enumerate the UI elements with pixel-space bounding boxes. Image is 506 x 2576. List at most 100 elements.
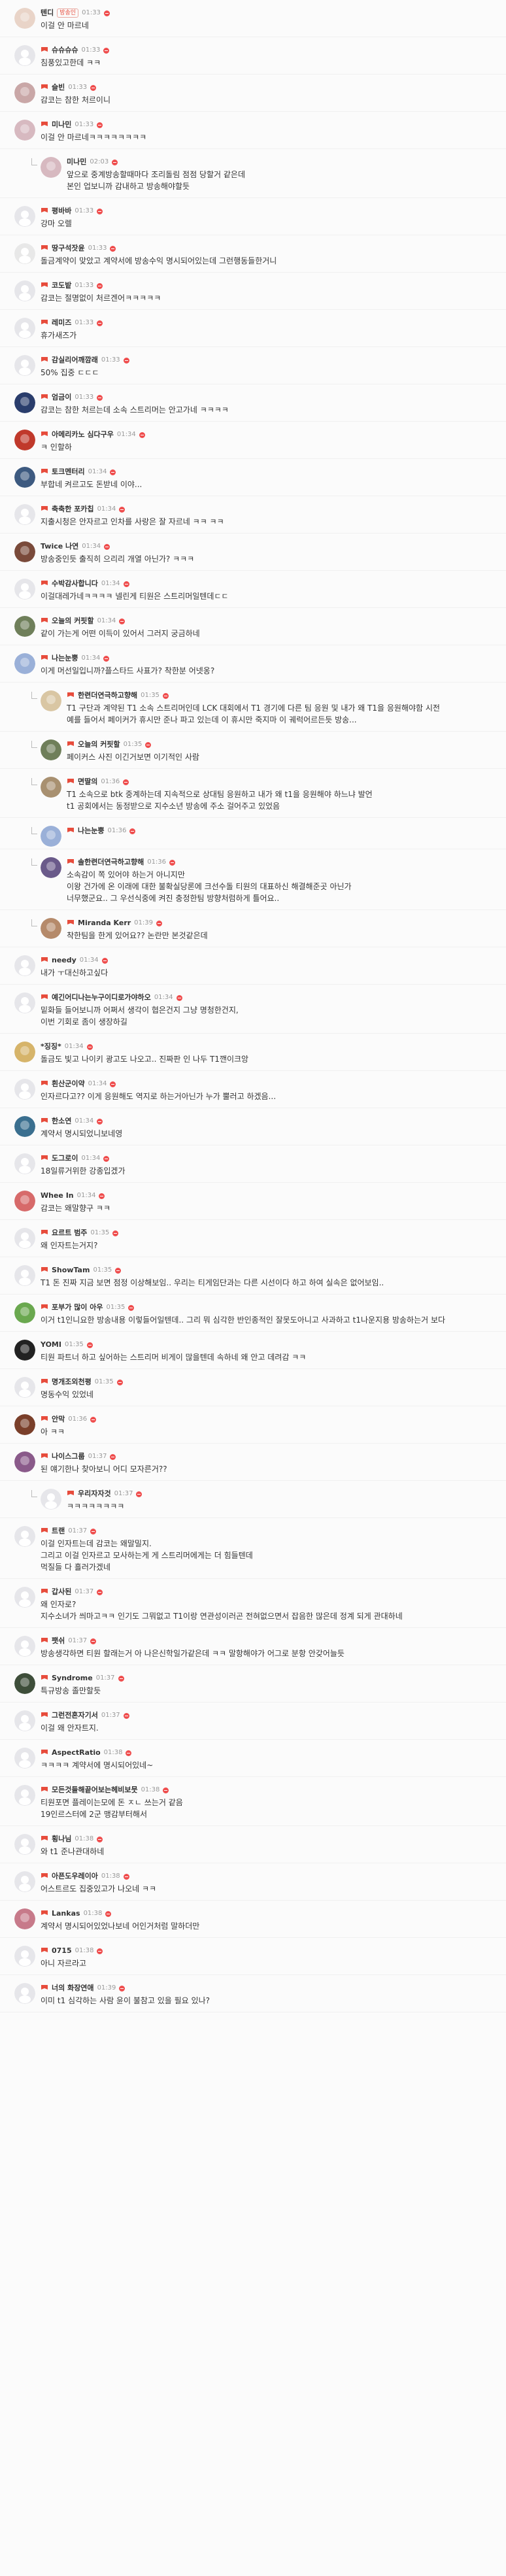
more-options-icon[interactable] <box>128 1304 135 1311</box>
more-options-icon[interactable] <box>156 920 162 926</box>
more-options-icon[interactable] <box>136 1491 143 1497</box>
nickname[interactable]: ShowTam <box>52 1265 90 1276</box>
more-options-icon[interactable] <box>97 1589 103 1595</box>
more-options-icon[interactable] <box>145 741 152 748</box>
avatar[interactable] <box>14 504 35 525</box>
avatar[interactable] <box>14 1908 35 1929</box>
avatar[interactable] <box>14 1414 35 1435</box>
nickname[interactable]: Syndrome <box>52 1673 93 1684</box>
avatar[interactable] <box>41 777 61 798</box>
avatar[interactable] <box>14 1748 35 1769</box>
nickname[interactable]: 미나민 <box>67 157 86 167</box>
avatar[interactable] <box>14 1636 35 1657</box>
avatar[interactable] <box>41 857 61 878</box>
nickname[interactable]: 토크멘터리 <box>52 467 85 477</box>
nickname[interactable]: Miranda Kerr <box>78 918 131 928</box>
avatar[interactable] <box>14 1587 35 1608</box>
nickname[interactable]: needy <box>52 955 76 966</box>
avatar[interactable] <box>14 1116 35 1137</box>
nickname[interactable]: 팻쉬 <box>52 1636 65 1646</box>
more-options-icon[interactable] <box>123 581 129 587</box>
avatar[interactable] <box>14 8 35 29</box>
avatar[interactable] <box>14 1983 35 2004</box>
more-options-icon[interactable] <box>119 618 126 624</box>
avatar[interactable] <box>41 1489 61 1510</box>
avatar[interactable] <box>41 918 61 939</box>
avatar[interactable] <box>14 1153 35 1174</box>
more-options-icon[interactable] <box>97 122 103 128</box>
nickname[interactable]: 갑사된 <box>52 1587 71 1597</box>
more-options-icon[interactable] <box>97 282 103 289</box>
nickname[interactable]: 한소연 <box>52 1116 71 1127</box>
more-options-icon[interactable] <box>110 1081 116 1087</box>
avatar[interactable] <box>14 392 35 413</box>
more-options-icon[interactable] <box>169 859 176 866</box>
nickname[interactable]: 땅구석잣윤 <box>52 243 85 254</box>
more-options-icon[interactable] <box>103 10 110 16</box>
nickname[interactable]: 나는눈뿡 <box>52 653 78 664</box>
more-options-icon[interactable] <box>126 1750 132 1756</box>
nickname[interactable]: 그런전혼자기서 <box>52 1710 98 1721</box>
avatar[interactable] <box>14 280 35 301</box>
more-options-icon[interactable] <box>97 1948 103 1954</box>
nickname[interactable]: 미나민 <box>52 120 71 130</box>
avatar[interactable] <box>14 1191 35 1212</box>
nickname[interactable]: Whee In <box>41 1191 74 1201</box>
nickname[interactable]: 모든것들해끝어보는헤비보뭇 <box>52 1785 138 1795</box>
more-options-icon[interactable] <box>139 432 145 438</box>
nickname[interactable]: 한련더연극하고향해 <box>78 690 137 701</box>
more-options-icon[interactable] <box>110 1453 116 1460</box>
nickname[interactable]: 횡나님 <box>52 1834 71 1844</box>
nickname[interactable]: 수박감사합니다 <box>52 579 98 589</box>
nickname[interactable]: 평바바 <box>52 206 71 216</box>
more-options-icon[interactable] <box>163 1787 169 1793</box>
more-options-icon[interactable] <box>123 779 129 785</box>
nickname[interactable]: 감실리어깨깜래 <box>52 355 98 365</box>
nickname[interactable]: 슈슈슈슈 <box>52 45 78 56</box>
more-options-icon[interactable] <box>110 469 116 475</box>
avatar[interactable] <box>14 430 35 450</box>
more-options-icon[interactable] <box>123 357 129 364</box>
nickname[interactable]: 안막 <box>52 1414 65 1425</box>
nickname[interactable]: Lankas <box>52 1908 80 1919</box>
more-options-icon[interactable] <box>97 208 103 214</box>
avatar[interactable] <box>14 1377 35 1398</box>
more-options-icon[interactable] <box>86 1342 93 1348</box>
more-options-icon[interactable] <box>103 1155 110 1162</box>
more-options-icon[interactable] <box>104 543 110 550</box>
nickname[interactable]: 도그로이 <box>52 1153 78 1164</box>
avatar[interactable] <box>14 1451 35 1472</box>
nickname[interactable]: 명개조외천평 <box>52 1377 92 1387</box>
more-options-icon[interactable] <box>119 506 126 513</box>
nickname[interactable]: 레미즈 <box>52 318 71 328</box>
more-options-icon[interactable] <box>99 1193 105 1199</box>
avatar[interactable] <box>14 206 35 227</box>
more-options-icon[interactable] <box>162 692 169 699</box>
more-options-icon[interactable] <box>110 245 116 252</box>
nickname[interactable]: 엄금이 <box>52 392 71 403</box>
more-options-icon[interactable] <box>97 1836 103 1842</box>
more-options-icon[interactable] <box>118 1675 124 1682</box>
more-options-icon[interactable] <box>176 994 182 1001</box>
more-options-icon[interactable] <box>116 1379 123 1385</box>
avatar[interactable] <box>14 243 35 264</box>
avatar[interactable] <box>14 1834 35 1855</box>
more-options-icon[interactable] <box>90 84 97 91</box>
more-options-icon[interactable] <box>129 828 136 834</box>
nickname[interactable]: 축축한 포카칩 <box>52 504 94 515</box>
avatar[interactable] <box>14 579 35 600</box>
avatar[interactable] <box>14 1265 35 1286</box>
more-options-icon[interactable] <box>90 1416 97 1423</box>
nickname[interactable]: 아메리카노 심다구우 <box>52 430 114 440</box>
nickname[interactable]: 흰산군이약 <box>52 1079 85 1089</box>
more-options-icon[interactable] <box>123 1712 129 1719</box>
more-options-icon[interactable] <box>86 1043 93 1050</box>
avatar[interactable] <box>14 1042 35 1062</box>
more-options-icon[interactable] <box>112 1230 119 1236</box>
nickname[interactable]: 슬빈 <box>52 82 65 93</box>
avatar[interactable] <box>41 739 61 760</box>
more-options-icon[interactable] <box>90 1638 97 1644</box>
more-options-icon[interactable] <box>112 159 118 165</box>
avatar[interactable] <box>14 541 35 562</box>
nickname[interactable]: 0715 <box>52 1946 72 1956</box>
